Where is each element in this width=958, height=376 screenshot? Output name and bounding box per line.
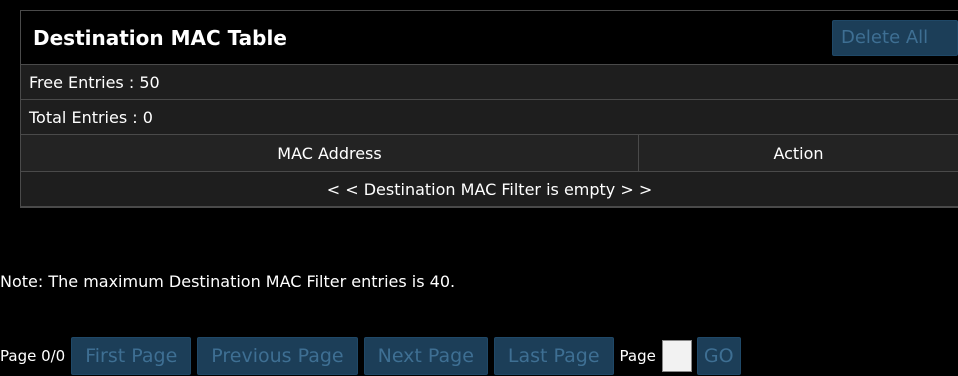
table-title-bar: Destination MAC Table Delete All: [21, 11, 958, 65]
page-number-input[interactable]: [661, 340, 692, 372]
go-button[interactable]: GO: [696, 337, 741, 375]
table-title: Destination MAC Table: [33, 25, 287, 50]
free-entries-text: Free Entries : 50: [29, 72, 160, 92]
column-header-action: Action: [773, 143, 824, 163]
previous-page-button[interactable]: Previous Page: [197, 337, 358, 375]
column-header-mac-address: MAC Address: [21, 135, 639, 171]
destination-mac-table: Destination MAC Table Delete All Free En…: [20, 10, 958, 208]
page-status: Page 0/0: [0, 347, 66, 365]
empty-message: < < Destination MAC Filter is empty > >: [326, 179, 653, 199]
last-page-button[interactable]: Last Page: [493, 337, 614, 375]
free-entries-row: Free Entries : 50: [21, 65, 958, 100]
page-input-label: Page: [619, 347, 656, 365]
table-header-row: MAC Address Action: [21, 135, 958, 172]
delete-all-button[interactable]: Delete All: [832, 19, 958, 56]
total-entries-text: Total Entries : 0: [29, 107, 153, 127]
empty-table-row: < < Destination MAC Filter is empty > >: [21, 172, 958, 207]
total-entries-row: Total Entries : 0: [21, 100, 958, 135]
max-entries-note: Note: The maximum Destination MAC Filter…: [0, 272, 456, 291]
pagination-bar: Page 0/0 First Page Previous Page Next P…: [0, 336, 747, 376]
first-page-button[interactable]: First Page: [71, 337, 192, 375]
next-page-button[interactable]: Next Page: [363, 337, 488, 375]
